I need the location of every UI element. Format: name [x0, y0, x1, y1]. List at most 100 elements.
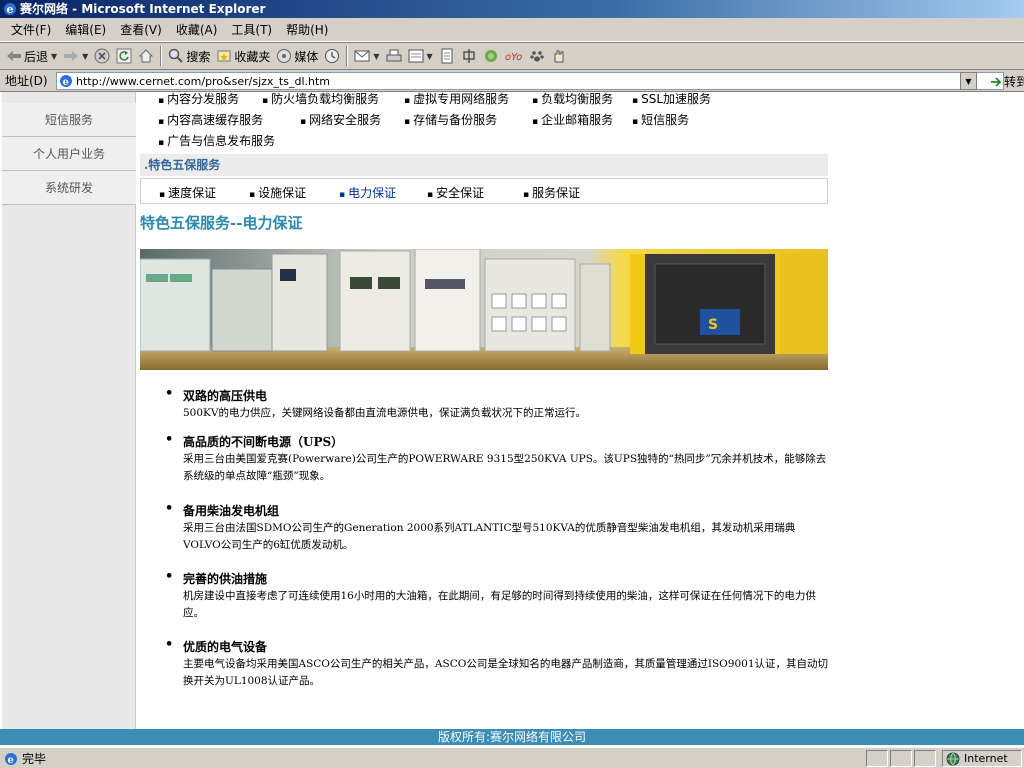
guarantee-link-security[interactable]: ▪ 安全保证 [427, 184, 484, 201]
go-button[interactable]: 转到 [990, 73, 1024, 90]
service-link[interactable]: ▪ 内容高速缓存服务 [158, 111, 263, 128]
service-link[interactable]: ▪ 网络安全服务 [300, 111, 381, 128]
edit-button[interactable]: ▼ [405, 45, 436, 67]
chevron-down-icon[interactable]: ▼ [82, 52, 88, 61]
globe-icon [946, 752, 960, 765]
chevron-down-icon[interactable]: ▼ [51, 52, 57, 61]
page-done-icon: e [5, 752, 17, 766]
discuss-icon [441, 48, 453, 64]
home-button[interactable] [135, 45, 157, 67]
hand-button[interactable] [548, 45, 570, 67]
search-button[interactable]: 搜索 [165, 45, 213, 67]
service-link[interactable]: ▪ 防火墙负载均衡服务 [262, 92, 379, 107]
service-link[interactable]: ▪ 负载均衡服务 [532, 92, 613, 107]
history-icon [325, 49, 340, 63]
chinese-input-button[interactable] [458, 45, 480, 67]
svg-text:e: e [8, 755, 14, 766]
address-bar: 地址(D) e http://www.cernet.com/pro&ser/sj… [0, 70, 1024, 92]
menu-tools[interactable]: 工具(T) [224, 21, 279, 38]
feature-body: 采用三台由法国SDMO公司生产的Generation 2000系列ATLANTI… [183, 522, 796, 551]
feature-item: 高品质的不间断电源（UPS） 采用三台由美国爱克赛(Powerware)公司生产… [165, 433, 830, 485]
print-button[interactable] [383, 45, 405, 67]
messenger-icon [484, 50, 497, 62]
go-arrow-icon [991, 76, 1002, 87]
security-zone[interactable]: Internet [942, 750, 1022, 767]
services-row-1: ▪ 内容分发服务 ▪ 防火墙负载均衡服务 ▪ 虚拟专用网络服务 ▪ 负载均衡服务 ▪ SS… [140, 92, 828, 108]
window-title-bar[interactable]: e 赛尔网络 - Microsoft Internet Explorer [0, 0, 1024, 18]
feature-body: 500KV的电力供应，关键网络设备都由直流电源供电，保证满负载状况下的正常运行。 [183, 407, 586, 419]
menu-edit[interactable]: 编辑(E) [58, 21, 113, 38]
page-viewport[interactable]: 短信服务 个人用户业务 系统研发 ▪ 内容分发服务 ▪ 防火墙负载均衡服务 ▪ 虚拟专… [0, 92, 1024, 747]
feature-body: 主要电气设备均采用美国ASCO公司生产的相关产品，ASCO公司是全球知名的电器产… [183, 658, 829, 687]
feature-item: 双路的高压供电 500KV的电力供应，关键网络设备都由直流电源供电，保证满负载状… [165, 387, 830, 422]
status-pane [890, 750, 912, 767]
page-title: 特色五保服务--电力保证 [140, 214, 303, 232]
feature-title: 备用柴油发电机组 [165, 502, 830, 519]
guarantee-link-speed[interactable]: ▪ 速度保证 [159, 184, 216, 201]
chevron-down-icon[interactable]: ▼ [427, 52, 433, 61]
service-link[interactable]: ▪ 企业邮箱服务 [532, 111, 613, 128]
banner-image-power-equipment: S [140, 249, 828, 370]
service-link[interactable]: ▪ 内容分发服务 [158, 92, 239, 107]
page-footer: 版权所有:赛尔网络有限公司 [0, 729, 1024, 745]
menu-help[interactable]: 帮助(H) [279, 21, 335, 38]
paw-icon [530, 51, 544, 62]
menu-bar: 文件(F) 编辑(E) 查看(V) 收藏(A) 工具(T) 帮助(H) [0, 18, 1024, 42]
edit-icon [408, 49, 424, 63]
feature-title: 双路的高压供电 [165, 387, 830, 404]
service-link[interactable]: ▪ 存储与备份服务 [404, 111, 497, 128]
mail-icon [354, 50, 370, 62]
discuss-button[interactable] [436, 45, 458, 67]
refresh-button[interactable] [113, 45, 135, 67]
nav-item-personal[interactable]: 个人用户业务 [2, 137, 136, 171]
service-link[interactable]: ▪ SSL加速服务 [632, 92, 711, 107]
menu-file[interactable]: 文件(F) [4, 21, 58, 38]
guarantee-link-facility[interactable]: ▪ 设施保证 [249, 184, 306, 201]
mail-button[interactable]: ▼ [351, 45, 382, 67]
guarantee-link-service[interactable]: ▪ 服务保证 [523, 184, 580, 201]
history-button[interactable] [321, 45, 343, 67]
address-input[interactable]: e http://www.cernet.com/pro&ser/sjzx_ts_… [56, 72, 1004, 90]
service-link[interactable]: ▪ 短信服务 [632, 111, 689, 128]
nav-item-rnd[interactable]: 系统研发 [2, 171, 136, 205]
favorites-button[interactable]: 收藏夹 [213, 45, 273, 67]
nav-item-sms[interactable]: 短信服务 [2, 103, 136, 137]
address-dropdown-button[interactable]: ▼ [960, 72, 977, 90]
oicq-button[interactable]: oYo [502, 45, 526, 67]
back-arrow-icon [7, 51, 21, 61]
standard-toolbar: 后退 ▼ ▼ 搜索 收藏夹 媒体 ▼ ▼ oYo [0, 42, 1024, 70]
service-link[interactable]: ▪ 广告与信息发布服务 [158, 132, 275, 149]
feature-title: 高品质的不间断电源（UPS） [165, 433, 830, 450]
services-row-3: ▪ 广告与信息发布服务 [140, 130, 828, 150]
five-guarantees-nav: ▪ 速度保证 ▪ 设施保证 ▪ 电力保证 ▪ 安全保证 ▪ 服务保证 [140, 178, 828, 204]
paw-button[interactable] [526, 45, 548, 67]
chevron-down-icon[interactable]: ▼ [373, 52, 379, 61]
address-label: 地址(D) [5, 74, 48, 88]
service-link[interactable]: ▪ 虚拟专用网络服务 [404, 92, 509, 107]
feature-item: 优质的电气设备 主要电气设备均采用美国ASCO公司生产的相关产品，ASCO公司是… [165, 638, 830, 690]
services-list: ▪ 内容分发服务 ▪ 防火墙负载均衡服务 ▪ 虚拟专用网络服务 ▪ 负载均衡服务 ▪ SS… [140, 92, 828, 154]
status-bar: e 完毕 Internet [0, 747, 1024, 768]
home-icon [139, 49, 154, 63]
status-message: e 完毕 [4, 750, 46, 767]
menu-view[interactable]: 查看(V) [113, 21, 169, 38]
feature-title: 优质的电气设备 [165, 638, 830, 655]
back-button[interactable]: 后退 ▼ [3, 45, 60, 67]
ie-logo-icon: e [4, 3, 16, 16]
menu-favorites[interactable]: 收藏(A) [169, 21, 225, 38]
search-icon [169, 48, 184, 63]
toolbar-separator [346, 46, 349, 66]
media-icon [277, 49, 292, 63]
stop-icon [94, 48, 110, 64]
svg-text:oYo: oYo [505, 52, 522, 63]
stop-button[interactable] [91, 45, 113, 67]
favorites-icon [217, 50, 231, 62]
svg-text:e: e [7, 3, 14, 16]
address-url: http://www.cernet.com/pro&ser/sjzx_ts_dl… [76, 74, 331, 88]
messenger-button[interactable] [480, 45, 502, 67]
hand-icon [554, 50, 564, 63]
forward-arrow-icon [64, 51, 79, 61]
guarantee-link-power[interactable]: ▪ 电力保证 [339, 184, 396, 201]
forward-button[interactable]: ▼ [60, 45, 91, 67]
media-button[interactable]: 媒体 [273, 45, 321, 67]
